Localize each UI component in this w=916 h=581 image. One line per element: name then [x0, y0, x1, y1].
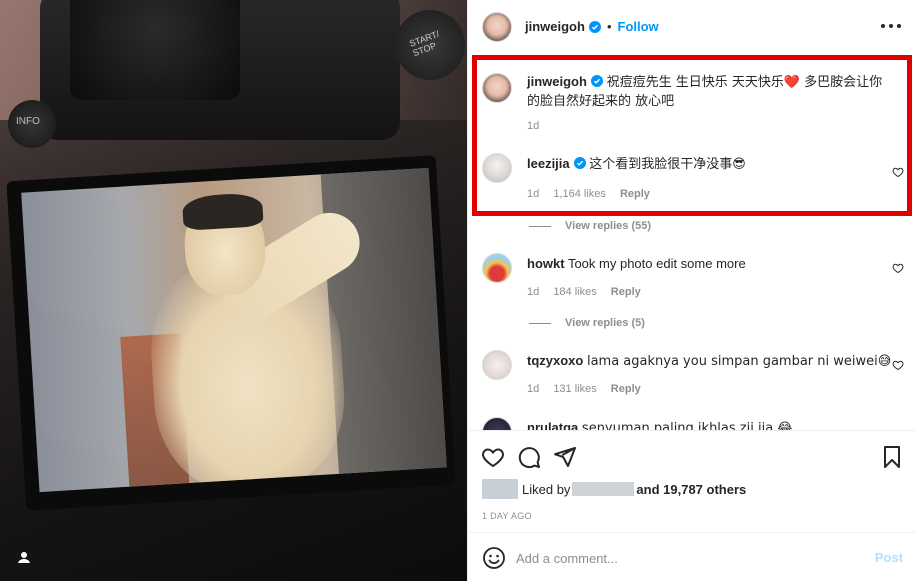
- view-replies-line: [529, 322, 551, 324]
- like-heart-icon[interactable]: [481, 445, 505, 469]
- verified-icon: [588, 20, 601, 33]
- view-replies-label: View replies (55): [565, 220, 652, 232]
- camera-info-button: INFO: [8, 100, 56, 148]
- camera-info-label: INFO: [16, 116, 40, 127]
- comment-text: Took my photo edit some more: [567, 256, 746, 271]
- comment-avatar[interactable]: [482, 153, 512, 183]
- post-actions: Liked by and 19,787 others 1 DAY AGO Pos…: [468, 430, 916, 581]
- reply-button[interactable]: Reply: [620, 188, 650, 200]
- comment-likes[interactable]: 1,164 likes: [553, 188, 606, 200]
- screen-figure-hair: [181, 192, 264, 231]
- liked-by-label: Liked by: [522, 481, 571, 497]
- user-tag-icon[interactable]: [14, 548, 34, 568]
- comment-time: 1d: [527, 383, 540, 395]
- comment-body: jinweigoh 祝痘痘先生 生日快乐 天天快乐❤️ 多巴胺会让你的脸自然好起…: [527, 73, 892, 111]
- likes-count[interactable]: and 19,787 others: [636, 482, 746, 497]
- comment-avatar[interactable]: [482, 350, 512, 380]
- verified-icon: [590, 75, 603, 87]
- comment-avatar[interactable]: [482, 73, 512, 103]
- comment-username[interactable]: howkt: [527, 256, 565, 271]
- comment-time: 1d: [527, 120, 540, 132]
- like-comment-heart-icon[interactable]: [892, 166, 904, 178]
- follow-button[interactable]: Follow: [618, 19, 659, 34]
- post-timestamp: 1 DAY AGO: [482, 511, 532, 521]
- post-photo[interactable]: START/ STOP INFO: [0, 0, 467, 581]
- comment-input[interactable]: [516, 547, 856, 569]
- comment-text: 这个看到我脸很干净没事😎: [589, 157, 746, 172]
- like-comment-heart-icon[interactable]: [892, 262, 904, 274]
- likes-summary[interactable]: Liked by and 19,787 others: [482, 479, 746, 499]
- share-send-icon[interactable]: [553, 445, 577, 469]
- comment-bubble-icon[interactable]: [517, 445, 541, 469]
- more-options-icon[interactable]: [881, 16, 901, 36]
- comment-avatar[interactable]: [482, 417, 512, 430]
- liker-avatar[interactable]: [482, 479, 518, 499]
- author-avatar[interactable]: [482, 11, 512, 42]
- comment-meta: 1d 1,164 likes Reply: [527, 188, 661, 200]
- comment-avatar[interactable]: [482, 253, 512, 283]
- reply-button[interactable]: Reply: [611, 286, 641, 298]
- comment-likes[interactable]: 184 likes: [553, 286, 596, 298]
- post-header: jinweigoh • Follow: [468, 0, 916, 53]
- bookmark-icon[interactable]: [880, 445, 904, 469]
- like-comment-heart-icon[interactable]: [892, 359, 904, 371]
- header-separator: •: [606, 19, 612, 34]
- comment-username[interactable]: leezijia: [527, 156, 570, 171]
- comment-username[interactable]: tqzyxoxo: [527, 353, 583, 368]
- comment-body: tqzyxoxo lama agaknya you simpan gambar …: [527, 352, 892, 371]
- view-replies-line: [529, 225, 551, 227]
- liker-username-redacted[interactable]: [572, 482, 635, 496]
- comment-username[interactable]: nrulatqa: [527, 420, 578, 430]
- author-username[interactable]: jinweigoh: [525, 19, 585, 34]
- view-replies-button[interactable]: View replies (55): [529, 220, 651, 232]
- emoji-picker-icon[interactable]: [482, 546, 506, 570]
- comment-username[interactable]: jinweigoh: [527, 74, 587, 89]
- view-replies-button[interactable]: View replies (5): [529, 317, 645, 329]
- comment-meta: 1d 184 likes Reply: [527, 286, 652, 298]
- comment-text: senyuman paling ikhlas zii jia 😂: [581, 421, 793, 430]
- post-comment-button[interactable]: Post: [875, 550, 903, 565]
- comment-time: 1d: [527, 188, 540, 200]
- comment-meta: 1d 131 likes Reply: [527, 383, 652, 395]
- comment-body: nrulatqa senyuman paling ikhlas zii jia …: [527, 419, 892, 430]
- post-panel: jinweigoh • Follow jinweigoh 祝痘痘先生 生日快乐 …: [467, 0, 916, 581]
- comments-list[interactable]: jinweigoh 祝痘痘先生 生日快乐 天天快乐❤️ 多巴胺会让你的脸自然好起…: [468, 53, 916, 430]
- comment-body: leezijia 这个看到我脸很干净没事😎: [527, 155, 892, 174]
- view-replies-label: View replies (5): [565, 317, 645, 329]
- comment-body: howkt Took my photo edit some more: [527, 255, 892, 273]
- add-comment-bar: Post: [468, 532, 916, 581]
- comment-likes[interactable]: 131 likes: [553, 383, 596, 395]
- comment-meta: 1d: [527, 120, 550, 132]
- camera-viewfinder: [70, 0, 240, 100]
- verified-icon: [573, 157, 586, 169]
- camera-screen: [21, 167, 447, 493]
- comment-text: lama agaknya you simpan gambar ni weiwei…: [586, 354, 892, 369]
- comment-time: 1d: [527, 286, 540, 298]
- reply-button[interactable]: Reply: [611, 383, 641, 395]
